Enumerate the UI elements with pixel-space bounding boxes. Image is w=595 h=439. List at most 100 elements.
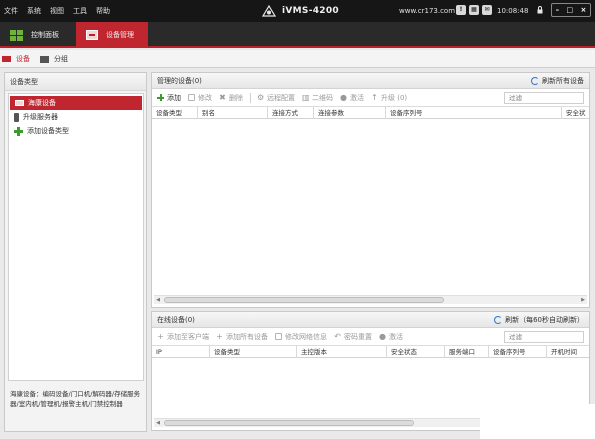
list-item-hikvision-device[interactable]: 海康设备 — [10, 96, 142, 110]
undo-icon: ↶ — [334, 332, 341, 341]
modify-button[interactable]: 修改 — [188, 93, 212, 103]
message-icon[interactable]: ✉ — [482, 5, 492, 15]
sub-tab-strip: 设备 分组 — [0, 50, 595, 68]
server-icon — [14, 112, 19, 122]
list-item-label: 添加设备类型 — [27, 127, 69, 135]
scroll-left-icon[interactable]: ◀ — [154, 296, 162, 304]
menu-bar: 文件 系统 视图 工具 帮助 — [4, 0, 110, 22]
refresh-label: 刷新所有设备 — [542, 76, 584, 85]
device-icon — [2, 56, 11, 62]
button-label: 添加 — [167, 93, 181, 102]
online-table-header: IP 设备类型 主控版本 安全状态 服务端口 设备序列号 开机时间 — [152, 345, 589, 358]
tab-label: 设备 — [16, 55, 30, 63]
scroll-thumb[interactable] — [164, 297, 444, 303]
app-title: iVMS-4200 — [261, 0, 339, 22]
reset-password-button[interactable]: ↶ 密码重置 — [334, 332, 372, 342]
refresh-online-button[interactable]: 刷新（每60秒自动刷新） — [494, 315, 584, 325]
column-header[interactable]: 设备类型 — [210, 345, 297, 358]
column-header[interactable]: 设备类型 — [152, 106, 198, 119]
list-item-add-device-type[interactable]: 添加设备类型 — [9, 124, 143, 138]
tab-groups[interactable]: 分组 — [40, 50, 68, 68]
refresh-icon — [531, 76, 539, 85]
button-label: 远程配置 — [267, 93, 295, 102]
column-header[interactable]: 设备序列号 — [386, 106, 562, 119]
site-url: www.cr173.com — [399, 7, 456, 15]
app-window: 文件 系统 视图 工具 帮助 iVMS-4200 www.cr173.com !… — [0, 0, 595, 439]
plus-icon — [14, 126, 23, 136]
menu-tools[interactable]: 工具 — [73, 6, 87, 16]
column-header[interactable]: 开机时间 — [547, 346, 587, 358]
tab-label: 设备管理 — [106, 31, 134, 39]
column-header[interactable]: 设备序列号 — [489, 345, 547, 358]
panel-header: 管理的设备(0) 刷新所有设备 — [152, 73, 589, 89]
panel-title: 在线设备(0) — [157, 315, 195, 324]
add-button[interactable]: 添加 — [157, 93, 181, 103]
device-type-panel: 设备类型 海康设备 升级服务器 添加设备类型 海康设备：编码设备/门口机/解码器… — [4, 72, 147, 432]
window-controls: – □ × — [551, 3, 591, 17]
list-item-upgrade-server[interactable]: 升级服务器 — [9, 110, 143, 124]
device-icon — [86, 30, 98, 40]
scroll-right-icon[interactable]: ▶ — [579, 296, 587, 304]
menu-view[interactable]: 视图 — [50, 6, 64, 16]
upgrade-button[interactable]: ↑ 升级 (0) — [371, 93, 407, 103]
minimize-button[interactable]: – — [556, 6, 560, 14]
button-label: 激活 — [389, 332, 403, 341]
add-all-devices-button[interactable]: + 添加所有设备 — [216, 332, 268, 342]
app-name: iVMS-4200 — [282, 6, 339, 16]
activate-online-button[interactable]: ● 激活 — [379, 332, 403, 342]
activate-button[interactable]: ● 激活 — [340, 93, 364, 103]
close-button[interactable]: × — [580, 6, 586, 14]
tab-devices[interactable]: 设备 — [2, 50, 30, 68]
tab-control-panel[interactable]: 控制面板 — [0, 22, 76, 48]
column-header[interactable]: 安全状态 — [387, 345, 445, 358]
column-header[interactable]: 连接参数 — [314, 106, 386, 119]
delete-icon: ✖ — [219, 93, 226, 102]
managed-toolbar: 添加 修改 ✖ 删除 ⚙ 远程配置 ▥ 二维码 ● 激活 ↑ 升级 (0) 过滤 — [152, 89, 589, 107]
horizontal-scrollbar[interactable]: ◀ ▶ — [154, 295, 587, 304]
main-tab-strip: 控制面板 设备管理 — [0, 22, 595, 48]
panel-title: 管理的设备(0) — [157, 76, 202, 85]
bulb-icon: ● — [379, 332, 386, 341]
refresh-all-button[interactable]: 刷新所有设备 — [531, 76, 584, 86]
column-header[interactable]: 服务端口 — [445, 345, 489, 358]
cpu-icon[interactable]: ▦ — [469, 5, 479, 15]
maximize-button[interactable]: □ — [566, 6, 573, 14]
column-header[interactable]: 主控版本 — [297, 345, 387, 358]
lock-icon[interactable] — [537, 6, 543, 14]
scroll-thumb[interactable] — [164, 420, 414, 426]
modify-network-button[interactable]: 修改网络信息 — [275, 332, 327, 342]
bulb-icon: ● — [340, 93, 347, 102]
edit-icon — [188, 94, 195, 101]
scroll-left-icon[interactable]: ◀ — [154, 419, 162, 427]
upload-arrow-icon: ↑ — [371, 93, 378, 102]
button-label: 添加至客户端 — [167, 332, 209, 341]
menu-system[interactable]: 系统 — [27, 6, 41, 16]
column-header[interactable]: 安全状 — [562, 107, 588, 119]
toolbar-divider — [250, 92, 251, 103]
managed-filter-input[interactable] — [504, 92, 584, 104]
plus-icon: + — [216, 332, 223, 341]
menu-file[interactable]: 文件 — [4, 6, 18, 16]
column-header[interactable]: 别名 — [198, 106, 268, 119]
tab-label: 控制面板 — [31, 31, 59, 39]
button-label: 密码重置 — [344, 332, 372, 341]
device-type-list: 海康设备 升级服务器 添加设备类型 — [8, 93, 144, 381]
refresh-icon — [494, 315, 503, 324]
online-filter-input[interactable] — [504, 331, 584, 343]
gear-icon: ⚙ — [257, 93, 265, 102]
device-type-note: 海康设备：编码设备/门口机/解码器/存储服务器/室内机/管理机/报警主机/门禁控… — [10, 390, 141, 408]
qrcode-icon: ▥ — [302, 93, 310, 102]
delete-button[interactable]: ✖ 删除 — [219, 93, 243, 103]
folder-icon — [40, 55, 49, 63]
button-label: 激活 — [350, 93, 364, 102]
column-header[interactable]: 连接方式 — [268, 106, 314, 119]
menu-help[interactable]: 帮助 — [96, 6, 110, 16]
column-header[interactable]: IP — [152, 345, 210, 358]
refresh-label: 刷新（每60秒自动刷新） — [505, 315, 584, 324]
tab-device-management[interactable]: 设备管理 — [76, 22, 148, 48]
remote-config-button[interactable]: ⚙ 远程配置 — [257, 93, 295, 103]
add-to-client-button[interactable]: + 添加至客户端 — [157, 332, 209, 342]
alarm-icon[interactable]: ! — [456, 5, 466, 15]
qrcode-button[interactable]: ▥ 二维码 — [302, 93, 333, 103]
blank-area — [480, 404, 595, 439]
